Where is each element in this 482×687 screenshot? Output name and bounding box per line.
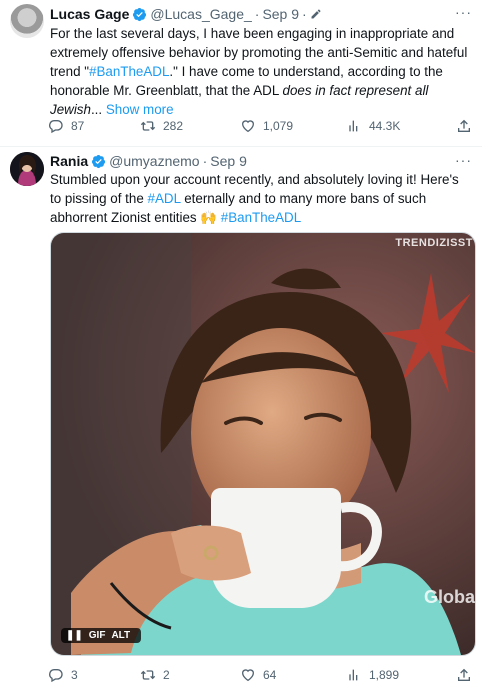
alt-badge[interactable]: ALT [111,630,130,641]
separator: · [302,6,307,22]
reply-count: 3 [71,668,78,682]
reply-icon [49,669,63,683]
handle[interactable]: @Lucas_Gage_ [150,6,251,22]
share-button[interactable] [456,118,479,134]
tweet-header: Rania @umyaznemo · Sep 9 [50,151,247,171]
hashtag-link[interactable]: #BanTheADL [89,64,169,79]
hashtag-link[interactable]: #ADL [148,191,181,206]
tweet-text: Stumbled upon your account recently, and… [50,170,470,227]
avatar[interactable] [10,4,44,38]
show-more-link[interactable]: Show more [106,102,174,117]
more-icon[interactable]: ··· [455,152,472,168]
gif-media[interactable]: TRENDIZISST Globa ❚❚ GIF ALT [50,232,476,656]
share-button[interactable] [456,667,479,683]
gif-image [51,233,475,655]
retweet-count: 2 [163,668,170,682]
tweet-text-ellipsis: ... [90,102,106,117]
tweet-text: For the last several days, I have been e… [50,24,470,119]
reply-count: 87 [71,119,85,133]
display-name[interactable]: Lucas Gage [50,6,129,22]
views-button[interactable]: 44.3K [346,118,400,134]
media-corner-text: Globa [423,587,475,607]
action-bar: 87 282 1,079 44.3K [48,118,474,136]
gif-controls: ❚❚ GIF ALT [61,628,142,643]
views-count: 1,899 [369,668,400,682]
reply-button[interactable]: 87 [48,118,84,134]
retweet-count: 282 [163,119,184,133]
more-icon[interactable]: ··· [455,4,472,20]
views-icon [349,120,358,132]
like-icon [241,669,255,682]
timestamp[interactable]: Sep 9 [262,6,299,22]
reply-icon [49,120,63,134]
timestamp[interactable]: Sep 9 [210,153,247,169]
reply-button[interactable]: 3 [48,667,78,683]
verified-icon [92,154,106,168]
emoji: 🙌 [200,210,218,225]
edit-icon[interactable] [310,8,322,20]
tweet-lucas-gage[interactable]: Lucas Gage @Lucas_Gage_ · Sep 9 · ··· Fo… [0,0,482,146]
retweet-button[interactable]: 2 [140,667,170,683]
retweet-button[interactable]: 282 [140,118,183,134]
retweet-icon [140,670,156,680]
avatar[interactable] [10,152,44,186]
views-icon [349,669,358,681]
action-bar: 3 2 64 1,899 [48,667,474,685]
pause-icon[interactable]: ❚❚ [66,630,83,641]
gif-badge: GIF [88,630,106,641]
tweet-header: Lucas Gage @Lucas_Gage_ · Sep 9 · [50,4,322,24]
share-icon [458,119,470,132]
handle[interactable]: @umyaznemo [109,153,199,169]
views-button[interactable]: 1,899 [346,667,399,683]
views-count: 44.3K [369,119,401,133]
like-button[interactable]: 1,079 [240,118,293,134]
like-icon [241,120,255,133]
like-count: 1,079 [263,119,294,133]
like-count: 64 [263,668,277,682]
like-button[interactable]: 64 [240,667,276,683]
share-icon [458,668,470,681]
media-watermark: TRENDIZISST [395,237,473,249]
verified-icon [133,7,147,21]
separator: · [254,6,260,22]
avatar-image [10,152,44,186]
display-name[interactable]: Rania [50,153,88,169]
hashtag-link[interactable]: #BanTheADL [221,210,301,225]
retweet-icon [140,121,156,131]
separator: · [202,153,208,169]
